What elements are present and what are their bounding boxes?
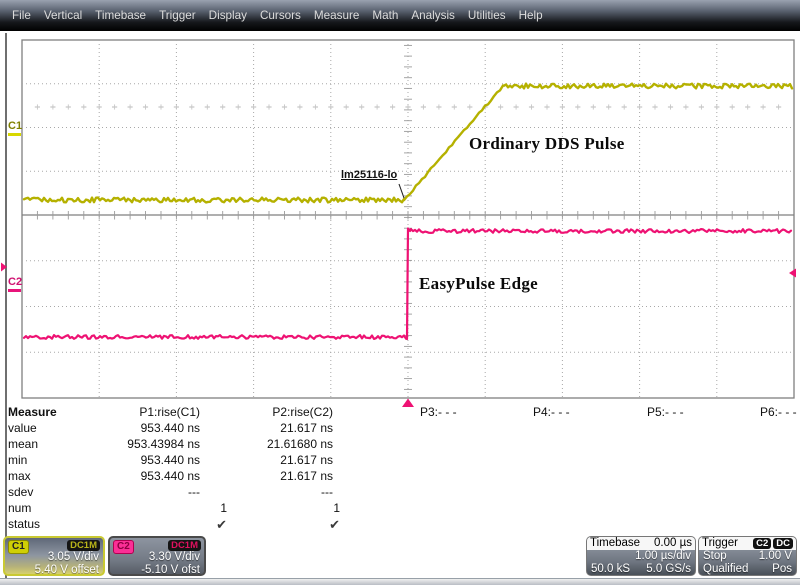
measure-row-min: min 953.440 ns 21.617 ns xyxy=(0,453,800,469)
timebase-samples: 50.0 kS xyxy=(591,563,630,576)
timebase-scale: 1.00 µs/div xyxy=(587,550,695,563)
c2-coupling-badge: DC1M xyxy=(168,540,201,551)
trigger-mode: Stop xyxy=(703,550,727,563)
measure-param-p3[interactable]: P3:- - - xyxy=(420,405,457,419)
measure-row-sdev: sdev --- --- xyxy=(0,485,800,501)
c2-offset: -5.10 V ofst xyxy=(110,564,204,576)
measure-param-p1[interactable]: P1:rise(C1) xyxy=(20,405,200,419)
trigger-title: Trigger xyxy=(702,537,738,550)
measure-header-row: Measure P1:rise(C1) P2:rise(C2) P3:- - -… xyxy=(0,405,800,421)
trigger-dialog[interactable]: Trigger C2DC Stop 1.00 V Qualified Pos xyxy=(698,536,797,576)
c1-channel-marker[interactable]: C1 xyxy=(8,120,22,132)
c2-chip: C2 xyxy=(113,540,134,554)
p2-sdev: --- xyxy=(200,485,333,499)
p2-max: 21.617 ns xyxy=(200,469,333,483)
trigger-slope: Pos xyxy=(772,563,792,576)
trigger-level-marker-left xyxy=(1,263,7,272)
p2-num: 1 xyxy=(200,501,340,515)
p2-status-check-icon: ✔ xyxy=(200,517,340,533)
measure-row-status: status ✔ ✔ xyxy=(0,517,800,533)
p1-sdev: --- xyxy=(20,485,200,499)
edge-annotation-label: lm25116-lo xyxy=(341,169,397,181)
trigger-source-badge: C2 xyxy=(753,538,771,549)
timebase-position: 0.00 µs xyxy=(654,537,692,550)
c2-zero-level-bar xyxy=(8,289,21,292)
p2-mean: 21.61680 ns xyxy=(200,437,333,451)
measure-row-value: value 953.440 ns 21.617 ns xyxy=(0,421,800,437)
timebase-title: Timebase xyxy=(590,537,640,550)
window-bottom-strip xyxy=(0,578,800,585)
trigger-level: 1.00 V xyxy=(759,550,792,563)
c1-zero-level-bar xyxy=(8,133,21,136)
measure-param-p5[interactable]: P5:- - - xyxy=(647,405,684,419)
p1-max: 953.440 ns xyxy=(20,469,200,483)
c1-channel-dialog[interactable]: C1 DC1M 3.05 V/div 5.40 V offset xyxy=(3,536,105,576)
measure-param-p2[interactable]: P2:rise(C2) xyxy=(200,405,333,419)
p2-value: 21.617 ns xyxy=(200,421,333,435)
measure-row-max: max 953.440 ns 21.617 ns xyxy=(0,469,800,485)
c1-chip: C1 xyxy=(8,540,29,554)
p1-value: 953.440 ns xyxy=(20,421,200,435)
c1-coupling-badge: DC1M xyxy=(67,540,100,551)
measure-param-p4[interactable]: P4:- - - xyxy=(533,405,570,419)
measure-param-p6[interactable]: P6:- - - xyxy=(760,405,797,419)
p1-status-check-icon: ✔ xyxy=(20,517,227,533)
c2-channel-dialog[interactable]: C2 DC1M 3.30 V/div -5.10 V ofst xyxy=(108,536,206,576)
c1-offset: 5.40 V offset xyxy=(5,564,103,576)
c1-trace-annotation: Ordinary DDS Pulse xyxy=(469,134,625,154)
p1-mean: 953.43984 ns xyxy=(20,437,200,451)
measure-row-mean: mean 953.43984 ns 21.61680 ns xyxy=(0,437,800,453)
p1-num: 1 xyxy=(20,501,227,515)
trigger-type: Qualified xyxy=(703,563,748,576)
p1-min: 953.440 ns xyxy=(20,453,200,467)
c2-channel-marker[interactable]: C2 xyxy=(8,276,22,288)
c2-trace-annotation: EasyPulse Edge xyxy=(419,274,538,294)
p2-min: 21.617 ns xyxy=(200,453,333,467)
timebase-sample-rate: 5.0 GS/s xyxy=(646,563,691,576)
timebase-dialog[interactable]: Timebase 0.00 µs 1.00 µs/div 50.0 kS 5.0… xyxy=(586,536,696,576)
measure-row-num: num 1 1 xyxy=(0,501,800,517)
trigger-coupling-badge: DC xyxy=(773,538,793,549)
